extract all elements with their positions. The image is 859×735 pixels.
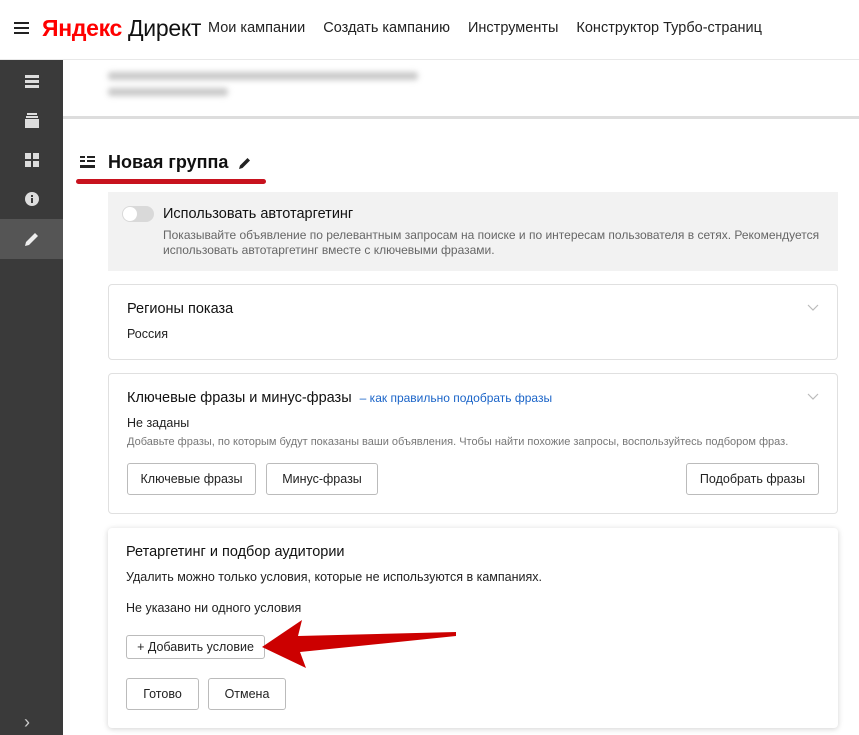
logo-direct: Директ bbox=[128, 15, 202, 41]
keywords-title: Ключевые фразы и минус-фразы bbox=[127, 390, 352, 406]
menu-list-icon[interactable] bbox=[0, 62, 63, 102]
minus-phrases-button[interactable]: Минус-фразы bbox=[266, 463, 378, 495]
keywords-help-link[interactable]: – как правильно подобрать фразы bbox=[360, 391, 552, 405]
group-title: Новая группа bbox=[80, 152, 252, 173]
divider bbox=[63, 116, 859, 119]
cancel-button[interactable]: Отмена bbox=[208, 678, 286, 710]
highlight-underline bbox=[76, 179, 266, 184]
keywords-status: Не заданы bbox=[127, 416, 190, 430]
page-title: Новая группа bbox=[108, 152, 229, 172]
autotargeting-toggle[interactable] bbox=[122, 206, 154, 222]
chevron-down-icon[interactable] bbox=[807, 390, 819, 402]
regions-card[interactable]: Регионы показа Россия bbox=[108, 284, 838, 360]
retargeting-title: Ретаргетинг и подбор аудитории bbox=[126, 544, 345, 560]
autotargeting-title: Использовать автотаргетинг bbox=[163, 206, 354, 222]
main-nav: Мои кампании Создать кампанию Инструмент… bbox=[208, 20, 762, 36]
autotargeting-panel: Использовать автотаргетинг Показывайте о… bbox=[108, 192, 838, 271]
annotation-arrow bbox=[262, 620, 456, 668]
add-condition-button[interactable]: + Добавить условие bbox=[126, 635, 265, 659]
done-button[interactable]: Готово bbox=[126, 678, 199, 710]
retargeting-card: Ретаргетинг и подбор аудитории Удалить м… bbox=[108, 528, 838, 728]
nav-turbo-builder[interactable]: Конструктор Турбо-страниц bbox=[576, 20, 762, 36]
nav-my-campaigns[interactable]: Мои кампании bbox=[208, 20, 305, 36]
keywords-title-row: Ключевые фразы и минус-фразы – как прави… bbox=[127, 390, 552, 406]
edit-pencil-icon[interactable] bbox=[238, 156, 252, 170]
info-icon[interactable] bbox=[0, 179, 63, 219]
left-sidebar: › bbox=[0, 60, 63, 735]
regions-title: Регионы показа bbox=[127, 301, 234, 317]
logo[interactable]: Яндекс Директ bbox=[42, 15, 201, 42]
campaign-info-blurred bbox=[108, 72, 468, 108]
nav-create-campaign[interactable]: Создать кампанию bbox=[323, 20, 450, 36]
chevron-down-icon[interactable] bbox=[807, 301, 819, 313]
regions-value: Россия bbox=[127, 327, 168, 341]
pick-phrases-button[interactable]: Подобрать фразы bbox=[686, 463, 819, 495]
pencil-icon[interactable] bbox=[0, 219, 63, 259]
expand-chevron-icon[interactable]: › bbox=[24, 712, 30, 733]
group-list-icon bbox=[80, 155, 95, 168]
autotargeting-description: Показывайте объявление по релевантным за… bbox=[163, 228, 820, 257]
keywords-hint: Добавьте фразы, по которым будут показан… bbox=[127, 436, 789, 448]
logo-yandex: Яндекс bbox=[42, 15, 123, 41]
hamburger-menu-icon[interactable] bbox=[14, 21, 29, 35]
top-bar: Яндекс Директ Мои кампании Создать кампан… bbox=[0, 0, 859, 60]
nav-tools[interactable]: Инструменты bbox=[468, 20, 558, 36]
grid-icon[interactable] bbox=[0, 140, 63, 180]
retargeting-note: Удалить можно только условия, которые не… bbox=[126, 570, 542, 584]
keywords-card: Ключевые фразы и минус-фразы – как прави… bbox=[108, 373, 838, 514]
keywords-button[interactable]: Ключевые фразы bbox=[127, 463, 256, 495]
stack-icon[interactable] bbox=[0, 101, 63, 141]
